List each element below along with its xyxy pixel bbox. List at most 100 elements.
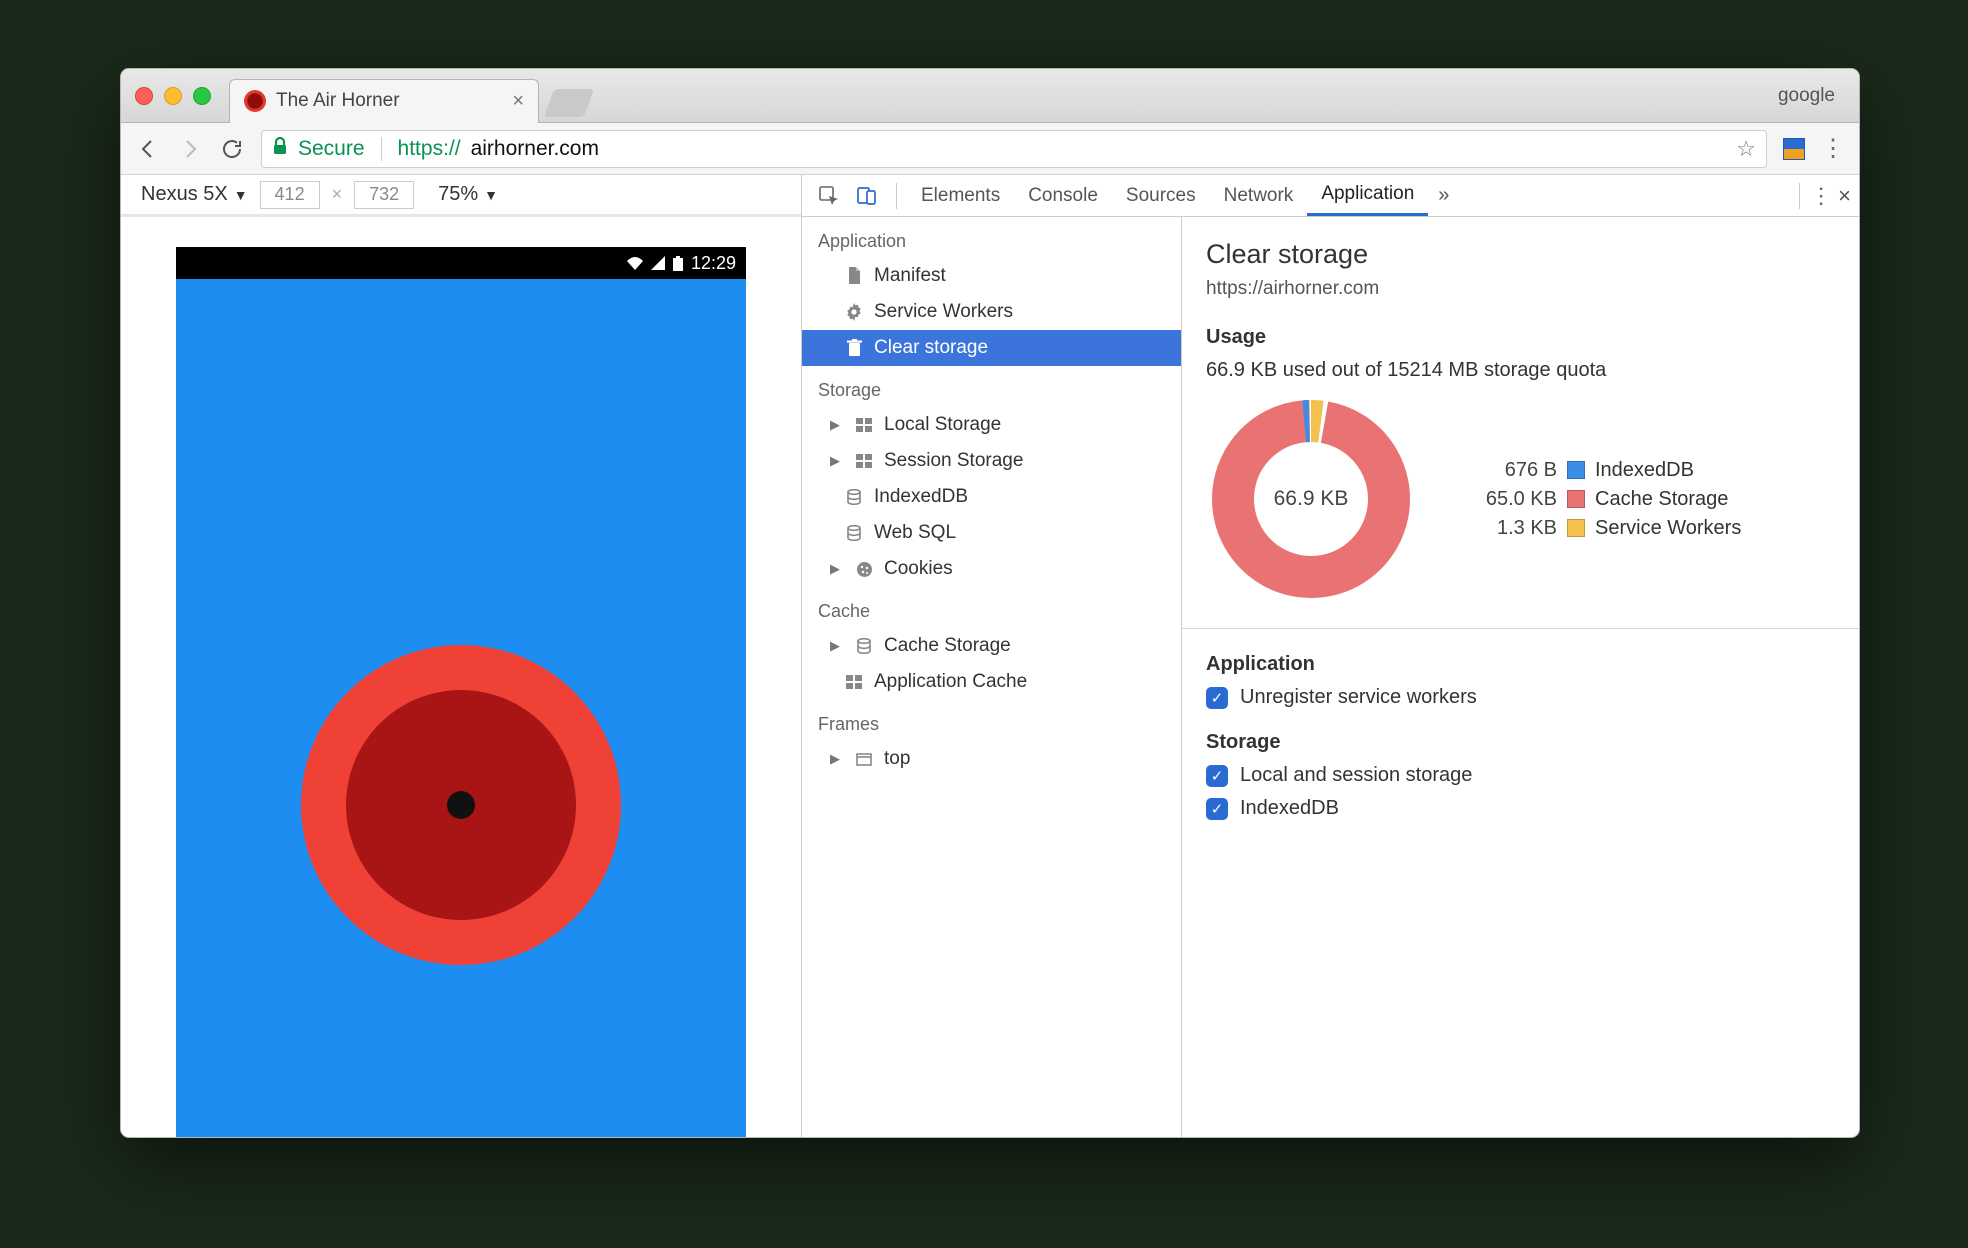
group-storage: Storage (802, 366, 1181, 407)
database-icon (854, 638, 874, 654)
airhorn-dot (447, 791, 475, 819)
new-tab-button[interactable] (544, 89, 594, 117)
usage-legend: 676 B IndexedDB 65.0 KB Cache Storage 1.… (1462, 459, 1741, 540)
device-name: Nexus 5X (141, 183, 228, 206)
devtools-tabs: Elements Console Sources Network Applica… (802, 175, 1859, 217)
checkbox-indexeddb[interactable]: ✓ IndexedDB (1206, 797, 1835, 820)
address-bar: Secure https://airhorner.com ☆ ⋮ (121, 123, 1859, 175)
database-icon (844, 489, 864, 505)
legend-row-service-workers: 1.3 KB Service Workers (1462, 517, 1741, 540)
url-field[interactable]: Secure https://airhorner.com ☆ (261, 130, 1767, 168)
file-icon (844, 267, 864, 285)
checkbox-local-session[interactable]: ✓ Local and session storage (1206, 764, 1835, 787)
sidebar-item-top-frame[interactable]: ▶ top (802, 741, 1181, 777)
emulated-phone-screen[interactable]: 12:29 (176, 247, 746, 1137)
window-maximize-button[interactable] (193, 87, 211, 105)
grid-icon (854, 454, 874, 468)
usage-donut-chart: 66.9 KB (1206, 394, 1416, 604)
tab-elements[interactable]: Elements (907, 175, 1014, 216)
extension-icon[interactable] (1783, 138, 1805, 160)
device-select[interactable]: Nexus 5X ▼ (141, 183, 248, 206)
usage-text: 66.9 KB used out of 15214 MB storage quo… (1206, 359, 1835, 382)
url-host: airhorner.com (471, 137, 599, 161)
usage-heading: Usage (1206, 326, 1835, 349)
wifi-icon (627, 256, 643, 270)
device-emulation-pane: Nexus 5X ▼ × 75% ▼ 12:29 (121, 175, 801, 1137)
tab-favicon-icon (244, 90, 266, 112)
back-button[interactable] (135, 136, 161, 162)
checkbox-unregister-sw[interactable]: ✓ Unregister service workers (1206, 686, 1835, 709)
forward-button[interactable] (177, 136, 203, 162)
caret-icon: ▶ (830, 561, 844, 577)
tab-close-icon[interactable]: × (512, 90, 524, 113)
zoom-select[interactable]: 75% ▼ (438, 183, 498, 206)
checkbox-checked-icon: ✓ (1206, 765, 1228, 787)
window-close-button[interactable] (135, 87, 153, 105)
tab-sources[interactable]: Sources (1112, 175, 1210, 216)
sidebar-item-clear-storage[interactable]: Clear storage (802, 330, 1181, 366)
window-minimize-button[interactable] (164, 87, 182, 105)
sidebar-item-manifest[interactable]: Manifest (802, 258, 1181, 294)
chevron-down-icon: ▼ (484, 187, 498, 203)
bookmark-star-icon[interactable]: ☆ (1736, 136, 1756, 162)
devtools-pane: Elements Console Sources Network Applica… (801, 175, 1859, 1137)
application-heading: Application (1206, 653, 1835, 676)
legend-swatch-icon (1567, 461, 1585, 479)
reload-button[interactable] (219, 136, 245, 162)
tab-console[interactable]: Console (1014, 175, 1112, 216)
group-cache: Cache (802, 587, 1181, 628)
caret-icon: ▶ (830, 453, 844, 469)
application-sidebar: Application Manifest Service Workers Cle… (802, 217, 1182, 1137)
chevron-down-icon: ▼ (234, 187, 248, 203)
sidebar-item-indexeddb[interactable]: IndexedDB (802, 479, 1181, 515)
legend-row-cache-storage: 65.0 KB Cache Storage (1462, 488, 1741, 511)
panel-origin: https://airhorner.com (1206, 278, 1835, 300)
tab-network[interactable]: Network (1210, 175, 1308, 216)
dimension-x-label: × (332, 184, 343, 205)
device-toolbar: Nexus 5X ▼ × 75% ▼ (121, 175, 801, 217)
tab-application[interactable]: Application (1307, 175, 1428, 216)
window-controls (135, 87, 211, 105)
sidebar-item-session-storage[interactable]: ▶ Session Storage (802, 443, 1181, 479)
sidebar-item-service-workers[interactable]: Service Workers (802, 294, 1181, 330)
devtools-close-icon[interactable]: × (1838, 183, 1851, 209)
profile-label[interactable]: google (1778, 85, 1835, 107)
sidebar-item-web-sql[interactable]: Web SQL (802, 515, 1181, 551)
url-protocol: https:// (398, 137, 461, 161)
legend-swatch-icon (1567, 490, 1585, 508)
devtools-menu-button[interactable]: ⋮ (1810, 183, 1832, 209)
frame-icon (854, 753, 874, 766)
browser-menu-button[interactable]: ⋮ (1821, 134, 1845, 163)
phone-status-bar: 12:29 (176, 247, 746, 279)
sidebar-item-cookies[interactable]: ▶ Cookies (802, 551, 1181, 587)
separator (381, 137, 382, 161)
checkbox-checked-icon: ✓ (1206, 798, 1228, 820)
cookie-icon (854, 561, 874, 578)
group-application: Application (802, 217, 1181, 258)
viewport-width-input[interactable] (260, 181, 320, 209)
sidebar-item-application-cache[interactable]: Application Cache (802, 664, 1181, 700)
caret-icon: ▶ (830, 417, 844, 433)
clear-storage-panel: Clear storage https://airhorner.com Usag… (1182, 217, 1859, 1137)
airhorn-button[interactable] (301, 645, 621, 965)
donut-center-label: 66.9 KB (1206, 394, 1416, 604)
lock-icon (272, 137, 288, 160)
browser-tab[interactable]: The Air Horner × (229, 79, 539, 123)
grid-icon (854, 418, 874, 432)
database-icon (844, 525, 864, 541)
trash-icon (844, 339, 864, 357)
more-tabs-icon[interactable]: » (1438, 184, 1449, 207)
group-frames: Frames (802, 700, 1181, 741)
panel-title: Clear storage (1206, 239, 1835, 270)
phone-clock: 12:29 (691, 253, 736, 274)
browser-window: The Air Horner × google Secure https://a… (120, 68, 1860, 1138)
sidebar-item-cache-storage[interactable]: ▶ Cache Storage (802, 628, 1181, 664)
sidebar-item-local-storage[interactable]: ▶ Local Storage (802, 407, 1181, 443)
viewport-height-input[interactable] (354, 181, 414, 209)
checkbox-checked-icon: ✓ (1206, 687, 1228, 709)
legend-row-indexeddb: 676 B IndexedDB (1462, 459, 1741, 482)
caret-icon: ▶ (830, 751, 844, 767)
device-mode-icon[interactable] (854, 183, 880, 209)
caret-icon: ▶ (830, 638, 844, 654)
inspect-element-icon[interactable] (816, 183, 842, 209)
